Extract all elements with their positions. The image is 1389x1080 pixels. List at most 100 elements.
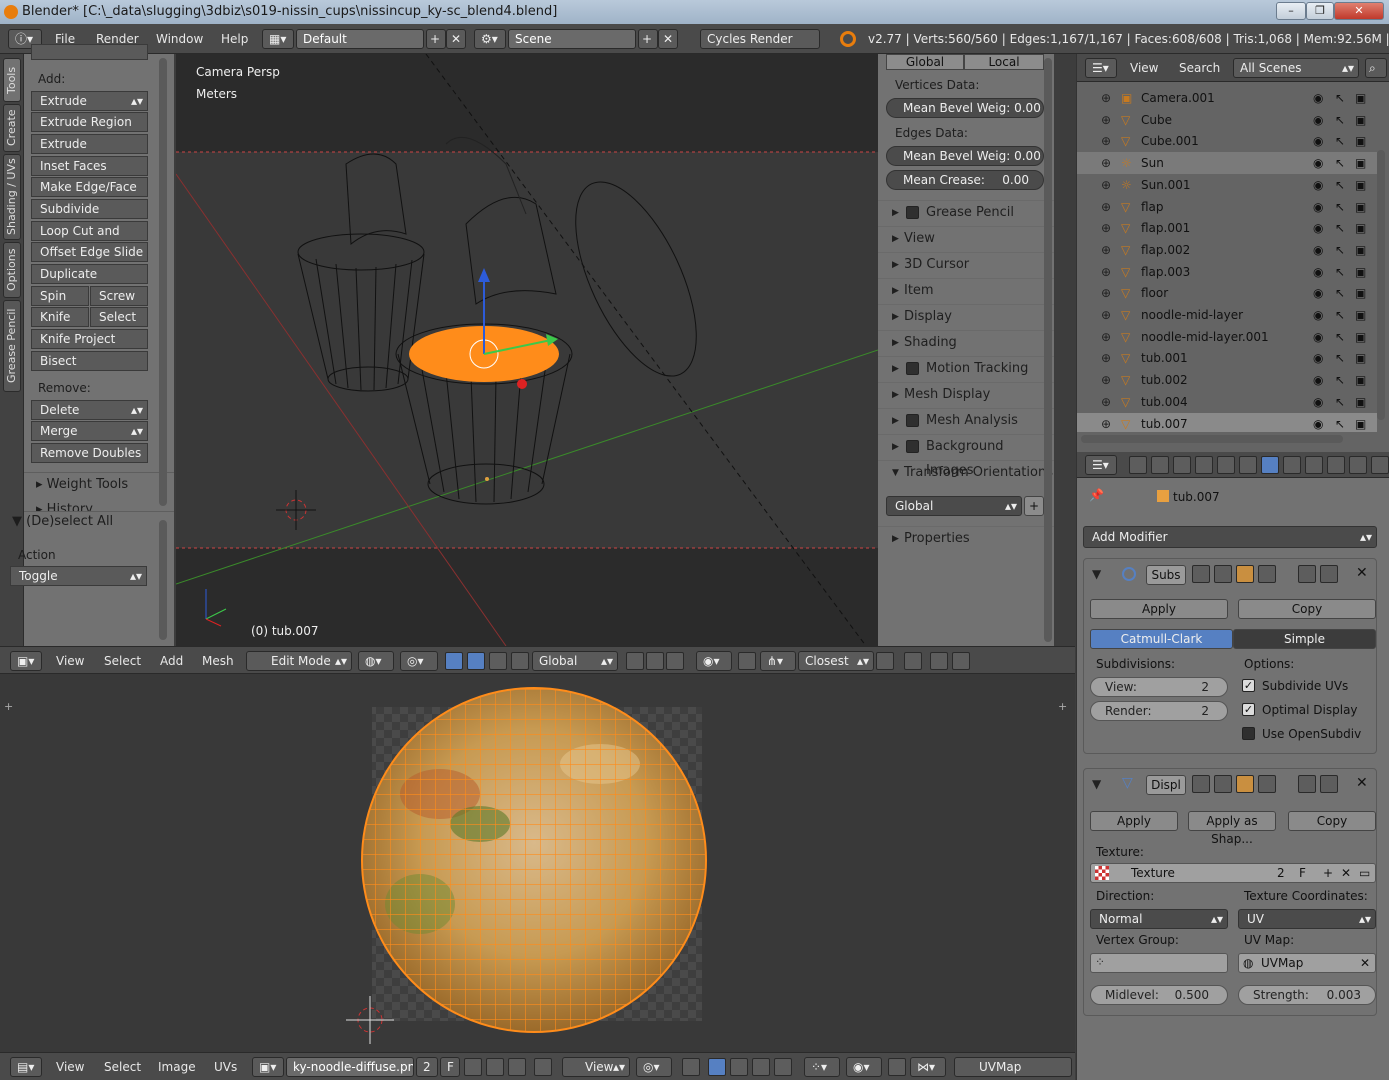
selectable-arrow-icon[interactable]: ↖ (1335, 347, 1345, 369)
fake-user-button[interactable]: F (440, 1057, 460, 1077)
view-levels-field[interactable]: View: 2 (1090, 677, 1228, 697)
outliner-item[interactable]: ⊕ ▽ noodle-mid-layer ◉ ↖ ▣ (1077, 304, 1377, 326)
vertex-bevel-weight-field[interactable]: Mean Bevel Weig: 0.00 (886, 98, 1044, 118)
outliner-item[interactable]: ⊕ ▽ tub.002 ◉ ↖ ▣ (1077, 369, 1377, 391)
remove-scene-icon[interactable]: ✕ (658, 29, 678, 49)
render-tab-icon[interactable] (1129, 456, 1147, 474)
uv-menu-image[interactable]: Image (158, 1060, 196, 1074)
mean-crease-field[interactable]: Mean Crease: 0.00 (886, 170, 1044, 190)
use-opensubdiv-checkbox[interactable] (1242, 727, 1255, 740)
vp-menu-add[interactable]: Add (160, 654, 183, 668)
cage-toggle-icon[interactable] (1258, 775, 1276, 793)
open-image-icon[interactable] (486, 1058, 504, 1076)
outliner-hscrollbar[interactable] (1081, 435, 1343, 443)
orientation-dropdown[interactable]: Global ▴▾ (886, 496, 1022, 516)
uv-proportional-icon[interactable]: ◉▾ (846, 1057, 882, 1077)
scene-tab-icon[interactable] (1173, 456, 1191, 474)
uv-map-field[interactable]: ◍ UVMap ✕ (1238, 953, 1376, 973)
translate-manipulator-icon[interactable] (467, 652, 485, 670)
edge-select-icon[interactable] (646, 652, 664, 670)
expand-icon[interactable]: ⊕ (1101, 413, 1111, 433)
uv-face-select-icon[interactable] (752, 1058, 770, 1076)
mode-dropdown[interactable]: Edit Mode ▴▾ (246, 651, 352, 671)
offset-edge-slide-button[interactable]: Offset Edge Slide (31, 242, 148, 262)
vp-menu-select[interactable]: Select (104, 654, 141, 668)
operator-scrollbar[interactable] (159, 520, 167, 640)
tab-shading-uvs[interactable]: Shading / UVs (3, 154, 21, 240)
selectable-arrow-icon[interactable]: ↖ (1335, 391, 1345, 413)
renderable-camera-icon[interactable]: ▣ (1355, 196, 1366, 218)
uv-image-editor[interactable]: + + (0, 674, 1075, 1052)
expand-icon[interactable]: ⊕ (1101, 152, 1111, 174)
renderable-camera-icon[interactable]: ▣ (1355, 174, 1366, 196)
tab-tools[interactable]: Tools (3, 58, 21, 102)
visibility-eye-icon[interactable]: ◉ (1313, 282, 1323, 304)
knife-project-button[interactable]: Knife Project (31, 329, 148, 349)
panel-mesh-analysis[interactable]: ▶ Mesh Analysis (878, 408, 1054, 432)
visibility-eye-icon[interactable]: ◉ (1313, 239, 1323, 261)
renderable-camera-icon[interactable]: ▣ (1355, 347, 1366, 369)
visibility-eye-icon[interactable]: ◉ (1313, 304, 1323, 326)
texture-field[interactable]: Texture 2 F + ✕ ▭ (1090, 863, 1376, 883)
outliner-item[interactable]: ⊕ ▽ tub.004 ◉ ↖ ▣ (1077, 391, 1377, 413)
texture-tab-icon[interactable] (1327, 456, 1345, 474)
toolshelf-scrollbar[interactable] (159, 58, 167, 506)
selectable-arrow-icon[interactable]: ↖ (1335, 282, 1345, 304)
selectable-arrow-icon[interactable]: ↖ (1335, 326, 1345, 348)
merge-button[interactable]: Merge ▴▾ (31, 421, 148, 441)
outliner-item[interactable]: ⊕ ▽ flap ◉ ↖ ▣ (1077, 196, 1377, 218)
expand-icon[interactable]: ⊕ (1101, 261, 1111, 283)
vp-menu-view[interactable]: View (56, 654, 84, 668)
selectable-arrow-icon[interactable]: ↖ (1335, 196, 1345, 218)
snap-target-dropdown[interactable]: Closest ▴▾ (798, 651, 874, 671)
direction-dropdown[interactable]: Normal ▴▾ (1090, 909, 1228, 929)
selectable-arrow-icon[interactable]: ↖ (1335, 239, 1345, 261)
sticky-selection-icon[interactable] (682, 1058, 700, 1076)
outliner-item[interactable]: ⊕ ▽ tub.001 ◉ ↖ ▣ (1077, 347, 1377, 369)
align-rotation-icon[interactable] (876, 652, 894, 670)
uv-pivot-icon[interactable]: ◎▾ (636, 1057, 672, 1077)
snap-toggle-icon[interactable] (738, 652, 756, 670)
physics-tab-icon[interactable] (1371, 456, 1389, 474)
remove-layout-icon[interactable]: ✕ (446, 29, 466, 49)
expand-icon[interactable]: ⊕ (1101, 391, 1111, 413)
midlevel-field[interactable]: Midlevel: 0.500 (1090, 985, 1228, 1005)
remove-doubles-button[interactable]: Remove Doubles (31, 443, 148, 463)
panel-view[interactable]: ▶ View (878, 226, 1054, 250)
panel-item[interactable]: ▶ Item (878, 278, 1054, 302)
expand-icon[interactable]: ⊕ (1101, 282, 1111, 304)
viewport-toggle-icon[interactable] (1214, 775, 1232, 793)
renderable-camera-icon[interactable]: ▣ (1355, 391, 1366, 413)
unlink-image-icon[interactable] (508, 1058, 526, 1076)
renderable-camera-icon[interactable]: ▣ (1355, 217, 1366, 239)
outliner-menu-view[interactable]: View (1130, 61, 1158, 75)
viewport-toggle-icon[interactable] (1214, 565, 1232, 583)
uv-sync-icon[interactable]: ⁘▾ (804, 1057, 840, 1077)
expand-icon[interactable]: ⊕ (1101, 174, 1111, 196)
visibility-eye-icon[interactable]: ◉ (1313, 369, 1323, 391)
panel-background-images[interactable]: ▶ Background Images (878, 434, 1054, 478)
uv-editor-type[interactable]: ▤▾ (10, 1057, 42, 1077)
properties-editor-type[interactable]: ☰▾ (1085, 455, 1117, 475)
particles-tab-icon[interactable] (1349, 456, 1367, 474)
uv-island-select-icon[interactable] (774, 1058, 792, 1076)
panel-transform-orientations[interactable]: ▼ Transform Orientations (878, 460, 1054, 484)
manipulator-toggle-icon[interactable] (445, 652, 463, 670)
expand-icon[interactable]: ⊕ (1101, 196, 1111, 218)
viewport-shading-icon[interactable]: ◍▾ (358, 651, 394, 671)
face-select-icon[interactable] (666, 652, 684, 670)
new-image-icon[interactable] (464, 1058, 482, 1076)
visibility-eye-icon[interactable]: ◉ (1313, 130, 1323, 152)
rotate-manipulator-icon[interactable] (489, 652, 507, 670)
move-up-icon[interactable] (1298, 565, 1316, 583)
close-button[interactable]: ✕ (1334, 2, 1384, 20)
outliner-item[interactable]: ⊕ ☼ Sun.001 ◉ ↖ ▣ (1077, 174, 1377, 196)
tab-create[interactable]: Create (3, 104, 21, 152)
selectable-arrow-icon[interactable]: ↖ (1335, 152, 1345, 174)
extrude-region-button[interactable]: Extrude Region (31, 112, 148, 132)
visibility-eye-icon[interactable]: ◉ (1313, 347, 1323, 369)
right-panel-toggle-icon[interactable]: + (1058, 700, 1067, 713)
outliner-item[interactable]: ⊕ ▽ Cube ◉ ↖ ▣ (1077, 109, 1377, 131)
material-tab-icon[interactable] (1305, 456, 1323, 474)
add-orientation-button[interactable]: + (1024, 496, 1044, 516)
